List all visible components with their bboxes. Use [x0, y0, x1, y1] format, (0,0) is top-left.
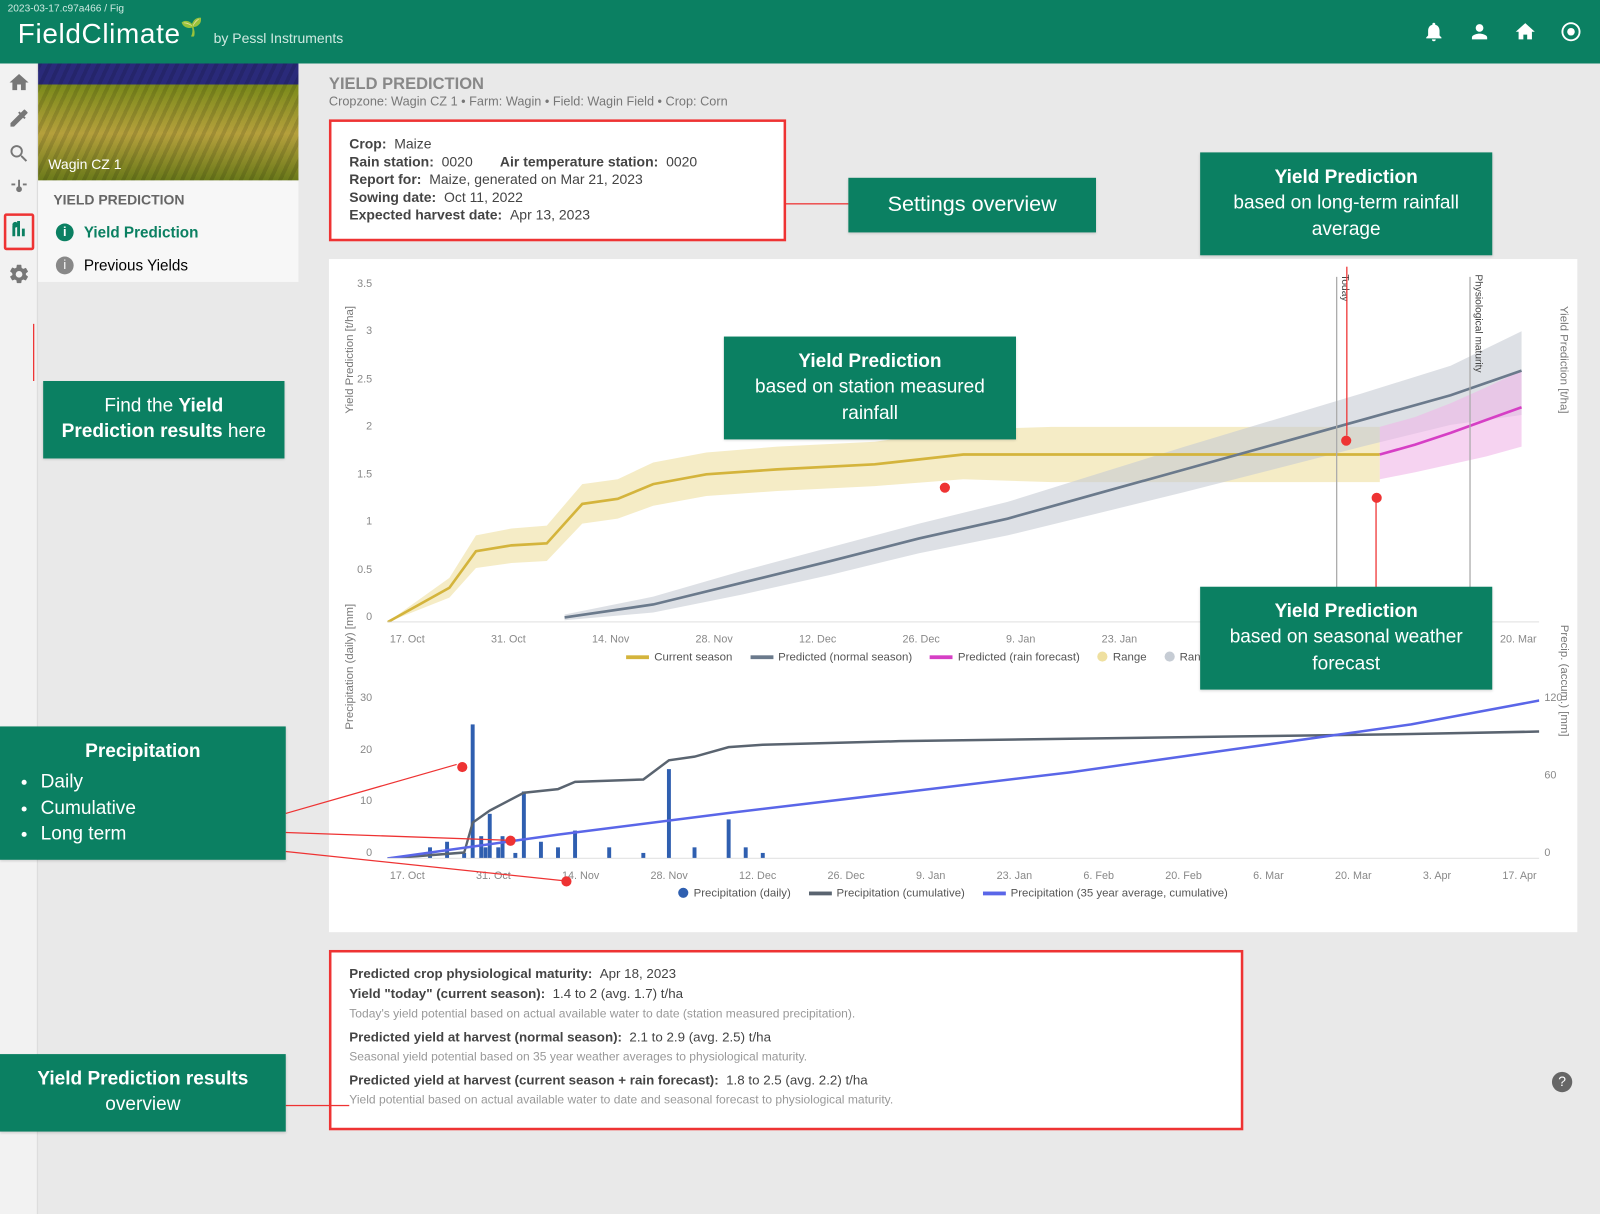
results-card: Predicted crop physiological maturity: A… [329, 950, 1243, 1130]
brand-name: FieldClimate🌱 [18, 18, 204, 51]
farm-icon[interactable] [1514, 20, 1537, 43]
info-icon: i [56, 224, 74, 242]
left-section-title: YIELD PREDICTION [38, 180, 298, 216]
maturity-line [1470, 277, 1471, 622]
home-icon[interactable] [7, 71, 30, 94]
res-normal: 2.1 to 2.9 (avg. 2.5) t/ha [629, 1030, 771, 1045]
ann-line [286, 1105, 350, 1106]
callout-settings: Settings overview [848, 178, 1096, 233]
yticks: 3020100 [372, 691, 384, 859]
help-icon[interactable]: ? [1552, 1072, 1572, 1092]
res-normal-label: Predicted yield at harvest (normal seaso… [349, 1030, 622, 1045]
brand-sub: by Pessl Instruments [214, 32, 344, 47]
res-maturity: Apr 18, 2023 [600, 966, 676, 981]
settings-airtemp: 0020 [666, 155, 697, 170]
ylabel-right: Precip. (accum.) [mm] [1558, 625, 1571, 737]
sensor-icon[interactable] [7, 178, 30, 201]
res-maturity-label: Predicted crop physiological maturity: [349, 966, 592, 981]
res-forecast: 1.8 to 2.5 (avg. 2.2) t/ha [726, 1073, 868, 1088]
breadcrumb: Cropzone: Wagin CZ 1 • Farm: Wagin • Fie… [329, 95, 1577, 109]
ann-dot [1372, 493, 1382, 503]
ylabel-left: Yield Prediction [t/ha] [343, 306, 356, 414]
search-icon[interactable] [7, 142, 30, 165]
chart-icon [7, 217, 30, 240]
res-today-label: Yield "today" (current season): [349, 986, 545, 1001]
ann-line [1375, 498, 1376, 589]
res-today-desc: Today's yield potential based on actual … [349, 1005, 1223, 1023]
ann-dot [1341, 436, 1351, 446]
callout-yp-seasonal: Yield Predictionbased on seasonal weathe… [1200, 587, 1492, 690]
callout-results: Yield Prediction results overview [0, 1054, 286, 1131]
gear-icon[interactable] [7, 263, 30, 286]
info-icon: i [56, 257, 74, 275]
callout-yp-long: Yield Predictionbased on long-term rainf… [1200, 152, 1492, 255]
ann-dot [561, 876, 571, 886]
callout-precip: PrecipitationDailyCumulativeLong term [0, 726, 286, 859]
left-panel: Wagin CZ 1 YIELD PREDICTION i Yield Pred… [38, 64, 298, 282]
today-line [1336, 277, 1337, 622]
maturity-label: Physiological maturity [1473, 274, 1484, 372]
ylabel-left: Precipitation (daily) [mm] [343, 604, 356, 730]
res-normal-desc: Seasonal yield potential based on 35 yea… [349, 1048, 1223, 1066]
ann-line [785, 203, 849, 204]
yield-plot [387, 277, 1539, 622]
header-bar: 2023-03-17.c97a466 / Fig FieldClimate🌱 b… [0, 0, 1600, 64]
sidebar-item-label: Yield Prediction [84, 224, 199, 242]
ann-dot [940, 483, 950, 493]
yield-nav-active[interactable] [3, 213, 33, 250]
callout-find: Find the Yield Prediction results here [43, 381, 284, 458]
today-label: Today [1339, 274, 1350, 301]
ann-line [1346, 267, 1347, 436]
settings-report: Maize, generated on Mar 21, 2023 [429, 173, 643, 188]
res-forecast-label: Predicted yield at harvest (current seas… [349, 1073, 718, 1088]
res-today: 1.4 to 2 (avg. 1.7) t/ha [553, 986, 683, 1001]
broadcast-icon[interactable] [1560, 20, 1583, 43]
page-title: YIELD PREDICTION [329, 74, 1577, 93]
settings-crop: Maize [394, 137, 431, 152]
header-actions [1422, 20, 1582, 43]
settings-rain: 0020 [442, 155, 473, 170]
eyedropper-icon[interactable] [7, 107, 30, 130]
callout-yp-station: Yield Predictionbased on station measure… [724, 337, 1016, 440]
sidebar-item-yield-prediction[interactable]: i Yield Prediction [38, 216, 298, 249]
yticks: 3.532.521.510.50 [372, 277, 387, 622]
settings-harvest: Apr 13, 2023 [510, 208, 590, 223]
ann-line [33, 324, 34, 381]
ylabel-right: Yield Prediction [t/ha] [1558, 306, 1571, 414]
res-forecast-desc: Yield potential based on actual availabl… [349, 1092, 1223, 1110]
version-tag: 2023-03-17.c97a466 / Fig [8, 3, 124, 14]
ann-dot [505, 836, 515, 846]
settings-card: Crop: Maize Rain station: 0020 Air tempe… [329, 119, 786, 241]
user-icon[interactable] [1468, 20, 1491, 43]
precip-plot [387, 691, 1539, 859]
air-temp-label: Air temperature station: [500, 155, 658, 170]
precip-legend: Precipitation (daily)Precipitation (cumu… [342, 886, 1565, 899]
sidebar-item-previous-yields[interactable]: i Previous Yields [38, 249, 298, 282]
bell-icon[interactable] [1422, 20, 1445, 43]
nav-sidebar [0, 64, 38, 1214]
ann-dot [457, 762, 467, 772]
brand: FieldClimate🌱 by Pessl Instruments [18, 18, 343, 51]
sidebar-item-label: Previous Yields [84, 257, 188, 275]
cropzone-image[interactable]: Wagin CZ 1 [38, 64, 298, 181]
cropzone-label: Wagin CZ 1 [48, 157, 121, 172]
precip-chart: Precipitation (daily) [mm] Precip. (accu… [377, 691, 1539, 882]
settings-sowing: Oct 11, 2022 [444, 191, 523, 206]
